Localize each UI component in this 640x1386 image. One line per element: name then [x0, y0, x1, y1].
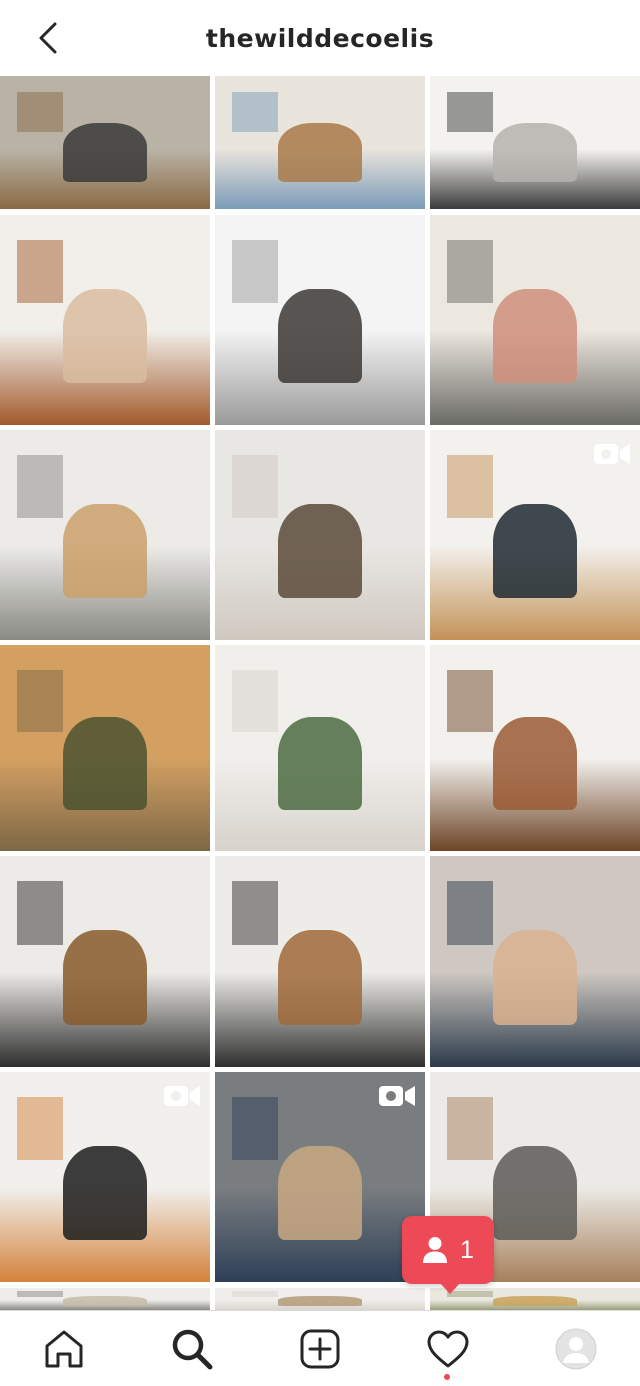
post-family-selfie[interactable] [430, 856, 640, 1067]
photo-subject [278, 1295, 362, 1306]
photo-subject [278, 1145, 362, 1240]
photo-subject [278, 503, 362, 598]
photo-detail [16, 881, 63, 945]
post-living-room[interactable] [215, 856, 425, 1067]
photo-subject [278, 717, 362, 810]
photo-detail [231, 881, 278, 945]
post-leather-chair[interactable] [430, 645, 640, 851]
photo-subject [493, 1145, 577, 1240]
person-icon [423, 1237, 448, 1263]
tab-new-post[interactable] [290, 1319, 350, 1379]
photo-detail [446, 1097, 493, 1161]
post-guest-room[interactable] [215, 645, 425, 851]
tab-home[interactable] [34, 1319, 94, 1379]
search-icon [172, 1329, 213, 1369]
tab-search[interactable] [162, 1319, 222, 1379]
tab-activity[interactable] [418, 1319, 478, 1380]
photo-subject [278, 288, 362, 383]
photo-subject [278, 929, 362, 1025]
photo-subject [493, 503, 577, 598]
post-sunset-field[interactable] [0, 645, 210, 851]
video-icon [164, 1086, 200, 1106]
post-bedroom[interactable] [0, 215, 210, 425]
back-button[interactable] [30, 20, 66, 56]
photo-subject [493, 929, 577, 1025]
heart-icon [427, 1330, 469, 1367]
page-title: thewilddecoelis [205, 23, 435, 53]
photo-subject [493, 288, 577, 383]
photo-subject [63, 503, 147, 598]
avatar-icon [555, 1328, 597, 1369]
photo-subject [63, 1145, 147, 1240]
post-snowy-cabin[interactable] [215, 215, 425, 425]
post-grid [0, 76, 640, 1310]
post-row7-c[interactable] [430, 1288, 640, 1310]
post-dining-room[interactable] [0, 856, 210, 1067]
post-couple-portrait[interactable] [215, 1072, 425, 1282]
photo-subject [493, 122, 577, 183]
photo-detail [16, 240, 63, 304]
plus-square-icon [300, 1329, 340, 1368]
bottom-tab-bar [0, 1310, 640, 1386]
post-dining-nook[interactable] [430, 430, 640, 640]
photo-subject [63, 288, 147, 383]
tab-profile[interactable] [546, 1319, 606, 1379]
photo-detail [446, 240, 493, 304]
post-fireplace[interactable] [0, 1072, 210, 1282]
post-family-breakfast[interactable] [215, 76, 425, 209]
video-icon [379, 1086, 415, 1106]
photo-detail [446, 91, 493, 132]
activity-indicator-dot [444, 1373, 450, 1380]
photo-detail [446, 455, 493, 519]
photo-detail [446, 669, 493, 732]
photo-detail [231, 240, 278, 304]
video-icon [594, 444, 630, 464]
photo-detail [16, 1290, 63, 1298]
top-bar: thewilddecoelis [0, 0, 640, 76]
notification-count: 1 [460, 1235, 474, 1264]
photo-subject [278, 122, 362, 183]
photo-detail [446, 881, 493, 945]
photo-detail [231, 1290, 278, 1298]
photo-detail [16, 91, 63, 132]
post-snowy-forest[interactable] [215, 430, 425, 640]
post-mother-daughter-window[interactable] [430, 215, 640, 425]
post-row7-b[interactable] [215, 1288, 425, 1310]
photo-subject [493, 717, 577, 810]
photo-detail [231, 91, 278, 132]
photo-subject [63, 122, 147, 183]
photo-subject [63, 929, 147, 1025]
photo-detail [231, 1097, 278, 1161]
photo-subject [63, 717, 147, 810]
post-house-exterior[interactable] [0, 76, 210, 209]
photo-detail [231, 455, 278, 519]
photo-detail [16, 1097, 63, 1161]
home-icon [45, 1330, 83, 1367]
photo-detail [231, 669, 278, 732]
photo-detail [16, 669, 63, 732]
photo-subject [63, 1295, 147, 1306]
photo-detail [16, 455, 63, 519]
activity-notification-bubble[interactable]: 1 [402, 1216, 494, 1294]
chevron-left-icon [39, 22, 57, 54]
post-row7-a[interactable] [0, 1288, 210, 1310]
post-mudroom-bench[interactable] [0, 430, 210, 640]
photo-subject [493, 1295, 577, 1306]
post-kitchen-counter[interactable] [430, 76, 640, 209]
